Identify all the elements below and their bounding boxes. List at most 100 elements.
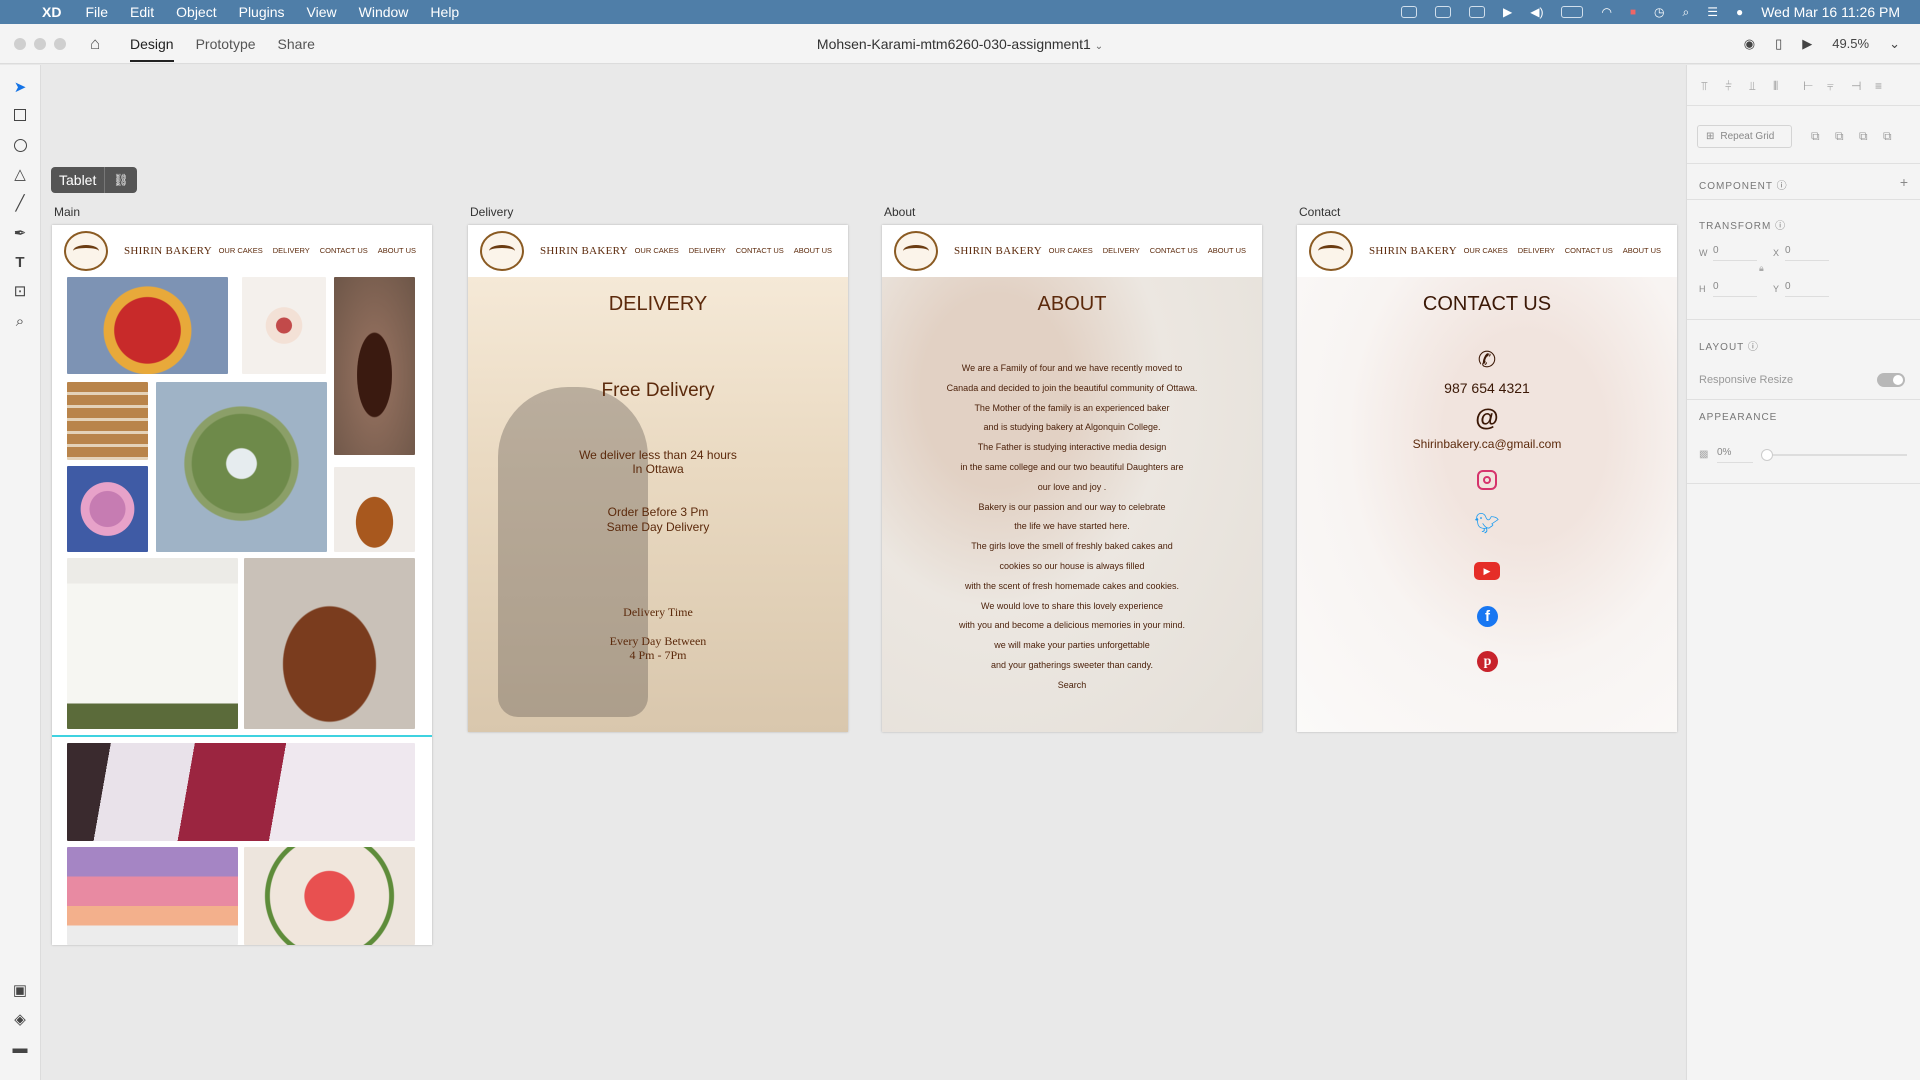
tab-prototype[interactable]: Prototype: [196, 26, 256, 62]
align-left-icon[interactable]: ⊢: [1803, 79, 1817, 93]
instagram-icon[interactable]: [1477, 470, 1497, 490]
line-tool-icon[interactable]: ╱: [10, 193, 30, 213]
responsive-resize-toggle[interactable]: [1877, 373, 1905, 387]
menu-object[interactable]: Object: [176, 4, 216, 20]
align-middle-icon[interactable]: ⫩: [1725, 79, 1739, 93]
x-field[interactable]: 0: [1785, 243, 1829, 261]
nav-contact[interactable]: CONTACT US: [736, 246, 784, 255]
boolean-exclude-icon[interactable]: ⧉: [1883, 129, 1897, 143]
align-right-icon[interactable]: ⊣: [1851, 79, 1865, 93]
y-field[interactable]: 0: [1785, 279, 1829, 297]
play-icon[interactable]: ▶: [1802, 36, 1812, 52]
facebook-icon[interactable]: f: [1477, 606, 1498, 627]
display-icon[interactable]: [1468, 6, 1485, 18]
artboard-label-main[interactable]: Main: [54, 205, 80, 219]
document-title[interactable]: Mohsen-Karami-mtm6260-030-assignment1: [817, 36, 1091, 52]
at-icon[interactable]: @: [1297, 405, 1677, 433]
status-icon[interactable]: [1434, 6, 1451, 18]
pinterest-icon[interactable]: p: [1477, 651, 1498, 672]
nav-about[interactable]: ABOUT US: [1623, 246, 1661, 255]
status-icon[interactable]: [1400, 6, 1417, 18]
search-icon[interactable]: ⌕: [1682, 5, 1689, 20]
device-preview-icon[interactable]: ▯: [1775, 36, 1782, 52]
align-center-icon[interactable]: ⫧: [1827, 79, 1841, 93]
volume-icon[interactable]: ◀): [1530, 5, 1543, 19]
twitter-icon[interactable]: 🐦︎: [1297, 511, 1677, 536]
boolean-add-icon[interactable]: ⧉: [1811, 129, 1825, 143]
nav-delivery[interactable]: DELIVERY: [689, 246, 726, 255]
window-zoom-button[interactable]: [54, 37, 66, 50]
nav-our-cakes[interactable]: OUR CAKES: [1464, 246, 1508, 255]
boolean-subtract-icon[interactable]: ⧉: [1835, 129, 1849, 143]
chevron-down-icon[interactable]: ⌄: [1095, 41, 1103, 52]
nav-about[interactable]: ABOUT US: [1208, 246, 1246, 255]
assets-icon[interactable]: ▣: [10, 980, 30, 1000]
boolean-intersect-icon[interactable]: ⧉: [1859, 129, 1873, 143]
nav-our-cakes[interactable]: OUR CAKES: [635, 246, 679, 255]
contact-phone[interactable]: 987 654 4321: [1297, 380, 1677, 396]
nav-about[interactable]: ABOUT US: [378, 246, 416, 255]
align-bottom-icon[interactable]: ⫫: [1749, 79, 1763, 93]
window-close-button[interactable]: [14, 37, 26, 50]
polygon-tool-icon[interactable]: △: [10, 164, 30, 184]
info-icon[interactable]: ⓘ: [1777, 181, 1788, 192]
zoom-level[interactable]: 49.5%: [1832, 36, 1869, 51]
add-component-icon[interactable]: +: [1900, 174, 1908, 190]
youtube-icon[interactable]: ▶: [1474, 562, 1500, 580]
layers-icon[interactable]: ◈: [10, 1009, 30, 1029]
menu-help[interactable]: Help: [430, 4, 459, 20]
plugins-icon[interactable]: ▬: [10, 1038, 30, 1058]
play-circle-icon[interactable]: ▶: [1503, 5, 1512, 19]
battery-icon[interactable]: [1561, 6, 1584, 18]
menu-edit[interactable]: Edit: [130, 4, 154, 20]
lock-icon[interactable]: 🔒︎: [1759, 263, 1764, 274]
menu-view[interactable]: View: [307, 4, 337, 20]
wifi-icon[interactable]: ◠: [1601, 5, 1611, 19]
rectangle-tool-icon[interactable]: [10, 105, 30, 125]
nav-contact[interactable]: CONTACT US: [320, 246, 368, 255]
zoom-tool-icon[interactable]: ⌕: [10, 311, 30, 331]
select-tool-icon[interactable]: ➤: [10, 77, 30, 97]
pen-tool-icon[interactable]: ✒: [10, 223, 30, 243]
app-name[interactable]: XD: [42, 4, 61, 20]
design-canvas[interactable]: Tablet ⛓ Main SHIRIN BAKERY OUR CAKES DE…: [41, 65, 1685, 1080]
width-field[interactable]: 0: [1713, 243, 1757, 261]
record-icon[interactable]: ■: [1630, 7, 1636, 18]
nav-delivery[interactable]: DELIVERY: [273, 246, 310, 255]
home-icon[interactable]: ⌂: [90, 34, 108, 53]
phone-icon[interactable]: ✆: [1297, 347, 1677, 373]
artboard-label-delivery[interactable]: Delivery: [470, 205, 513, 219]
tab-share[interactable]: Share: [278, 26, 315, 62]
ellipse-tool-icon[interactable]: [10, 135, 30, 155]
nav-contact[interactable]: CONTACT US: [1565, 246, 1613, 255]
opacity-slider[interactable]: [1761, 449, 1907, 461]
tab-design[interactable]: Design: [130, 26, 174, 62]
menubar-datetime[interactable]: Wed Mar 16 11:26 PM: [1761, 4, 1900, 20]
distribute-vertical-icon[interactable]: ⦀: [1773, 79, 1787, 93]
height-field[interactable]: 0: [1713, 279, 1757, 297]
align-top-icon[interactable]: ⫪: [1701, 79, 1715, 93]
menu-file[interactable]: File: [85, 4, 108, 20]
menu-plugins[interactable]: Plugins: [239, 4, 285, 20]
tablet-tag[interactable]: Tablet ⛓: [51, 167, 137, 193]
artboard-label-about[interactable]: About: [884, 205, 915, 219]
repeat-grid-button[interactable]: ⊞ Repeat Grid: [1697, 125, 1792, 148]
artboard-delivery[interactable]: SHIRIN BAKERY OUR CAKES DELIVERY CONTACT…: [468, 225, 848, 732]
link-icon[interactable]: ⛓: [113, 173, 128, 187]
text-tool-icon[interactable]: T: [10, 252, 30, 272]
nav-delivery[interactable]: DELIVERY: [1518, 246, 1555, 255]
control-center-icon[interactable]: ☰: [1707, 5, 1718, 19]
nav-about[interactable]: ABOUT US: [794, 246, 832, 255]
clock-icon[interactable]: ◷: [1654, 5, 1664, 19]
info-icon[interactable]: ⓘ: [1775, 221, 1786, 232]
chevron-down-icon[interactable]: ⌄: [1889, 36, 1900, 52]
artboard-label-contact[interactable]: Contact: [1299, 205, 1340, 219]
window-minimize-button[interactable]: [34, 37, 46, 50]
siri-icon[interactable]: ●: [1736, 5, 1743, 19]
contact-email[interactable]: Shirinbakery.ca@gmail.com: [1297, 437, 1677, 451]
artboard-tool-icon[interactable]: ⊡: [10, 281, 30, 301]
nav-delivery[interactable]: DELIVERY: [1103, 246, 1140, 255]
artboard-main[interactable]: SHIRIN BAKERY OUR CAKES DELIVERY CONTACT…: [52, 225, 432, 945]
artboard-contact[interactable]: SHIRIN BAKERY OUR CAKES DELIVERY CONTACT…: [1297, 225, 1677, 732]
user-icon[interactable]: ◉: [1744, 36, 1755, 52]
